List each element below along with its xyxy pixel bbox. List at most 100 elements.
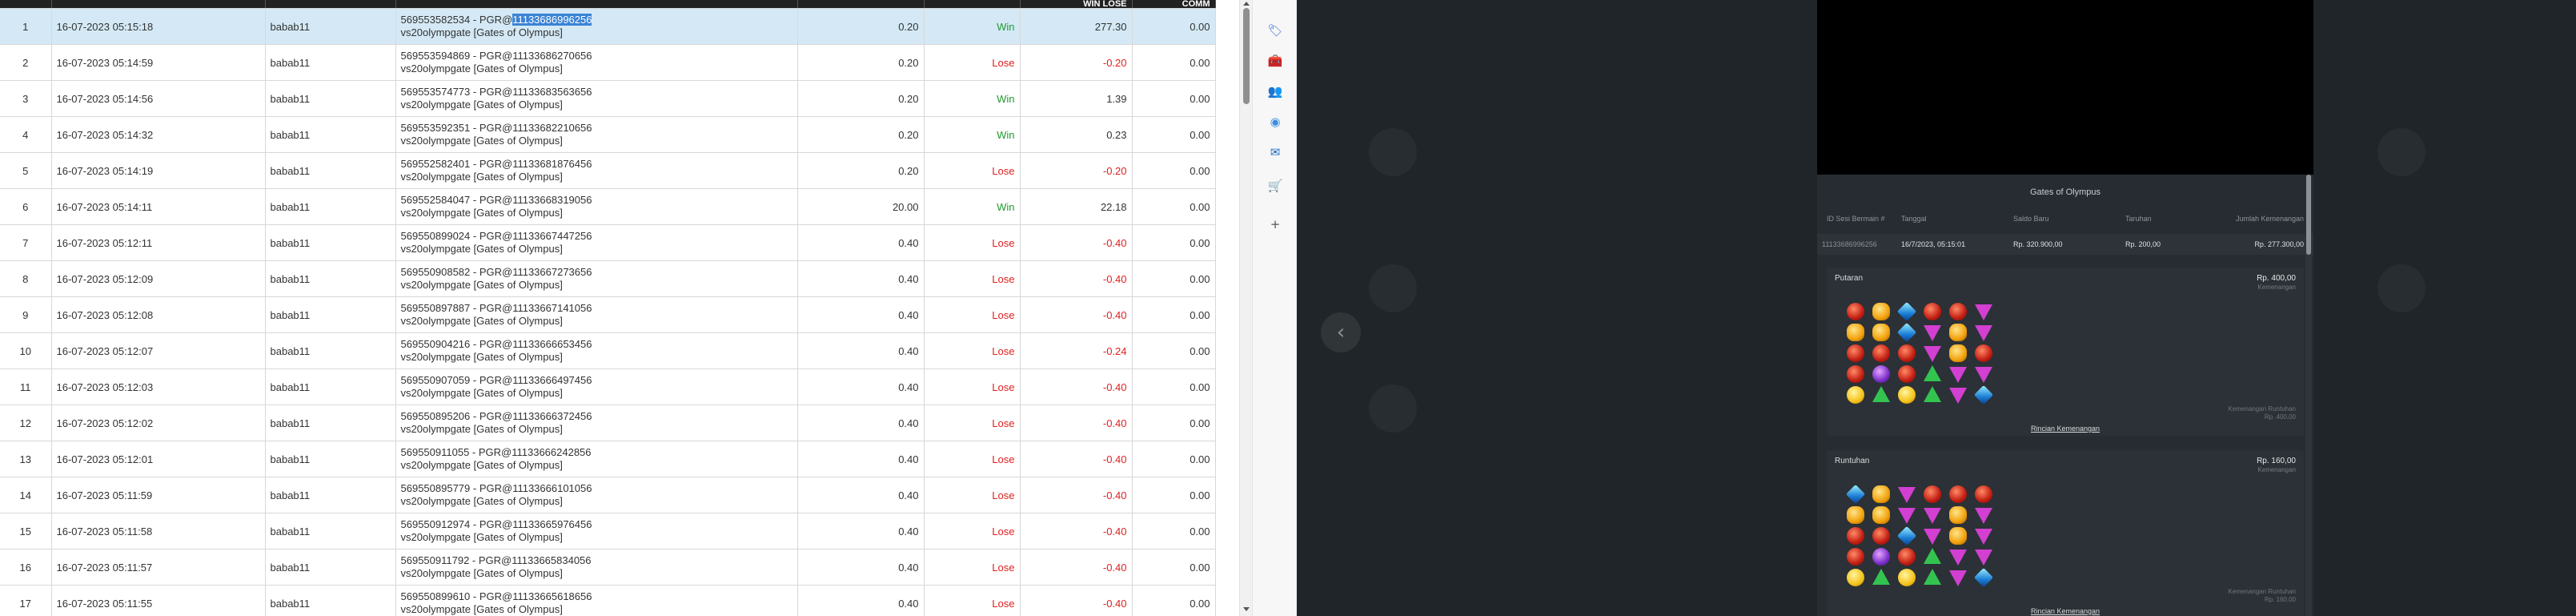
bet-id-suffix[interactable]: 11133686996256 [512,14,592,26]
row-win-lose: -0.40 [1020,296,1133,333]
row-username: babab11 [265,188,396,225]
purple-gem-icon [1872,548,1890,566]
table-row[interactable]: 13 16-07-2023 05:12:01 babab11 569550911055… [0,441,1216,477]
bet-id-suffix[interactable]: 11133683563656 [512,86,592,98]
row-bet-amount: 0.20 [797,116,925,153]
table-row[interactable]: 8 16-07-2023 05:12:09 babab11 569550908582 … [0,260,1216,297]
row-bet-amount: 0.40 [797,368,925,405]
add-icon[interactable]: + [1267,216,1283,232]
bet-id-suffix[interactable]: 11133665976456 [512,518,592,530]
row-number: 13 [0,441,52,477]
green-gem-icon [1924,569,1941,585]
summary-header: Taruhan [2125,215,2152,223]
blue-gem-icon [1896,322,1917,343]
bet-id-suffix[interactable]: 11133665618656 [512,590,592,602]
row-bet-amount: 0.40 [797,332,925,369]
row-game-name: vs20olympgate [Gates of Olympus] [400,243,563,255]
row-username: babab11 [265,224,396,261]
table-row[interactable]: 15 16-07-2023 05:11:58 babab11 569550912974… [0,513,1216,550]
bet-id-suffix[interactable]: 11133681876456 [512,158,592,170]
red-gem-icon [1847,527,1864,545]
row-commission: 0.00 [1132,585,1216,616]
table-row[interactable]: 11 16-07-2023 05:12:03 babab11 569550907059… [0,368,1216,405]
row-game-name: vs20olympgate [Gates of Olympus] [400,62,563,74]
row-commission: 0.00 [1132,368,1216,405]
row-game-name: vs20olympgate [Gates of Olympus] [400,495,563,507]
table-row[interactable]: 9 16-07-2023 05:12:08 babab11 569550897887 … [0,296,1216,333]
bet-id-suffix[interactable]: 11133666653456 [512,338,592,350]
toolbox-icon[interactable]: 🧰 [1267,53,1283,69]
transaction-table-pane: WIN LOSE COMM 1 16-07-2023 05:15:18 babab1… [0,0,1217,616]
row-status: Lose [924,585,1021,616]
yellow-gem-icon [1898,386,1916,404]
table-row[interactable]: 4 16-07-2023 05:14:32 babab11 569553592351 … [0,116,1216,153]
summary-header-row: ID Sesi Bermain # Tanggal Saldo Baru Tar… [1817,210,2313,227]
red-gem-icon [1898,548,1916,566]
pink-gem-icon [1898,487,1916,503]
bet-id-suffix[interactable]: 11133666497456 [512,374,592,386]
bet-id-suffix[interactable]: 11133666242856 [512,446,591,458]
table-row[interactable]: 16 16-07-2023 05:11:57 babab11 569550911792… [0,549,1216,586]
table-row[interactable]: 1 16-07-2023 05:15:18 babab11 569553582534 … [0,8,1216,45]
orange-gem-icon [1949,324,1967,341]
session-bet: Rp. 200,00 [2125,240,2161,248]
row-bet-amount: 0.40 [797,260,925,297]
row-date: 16-07-2023 05:15:18 [51,8,266,45]
scroll-up-arrow-icon[interactable] [1243,2,1250,6]
panel-title: Putaran [1835,274,1864,283]
bet-id-suffix[interactable]: 11133682210656 [512,122,592,134]
row-commission: 0.00 [1132,152,1216,189]
table-row[interactable]: 10 16-07-2023 05:12:07 babab11 569550904216… [0,332,1216,369]
bet-id-prefix: 569550907059 - PGR@ [400,374,513,386]
row-game-name: vs20olympgate [Gates of Olympus] [400,279,563,291]
row-game-name: vs20olympgate [Gates of Olympus] [400,99,563,111]
bet-id-suffix[interactable]: 11133686270656 [512,50,592,62]
row-win-lose: -0.20 [1020,44,1133,81]
outlook-icon[interactable]: ✉ [1267,144,1283,160]
table-row[interactable]: 12 16-07-2023 05:12:02 babab11 569550895206… [0,405,1216,441]
table-row[interactable]: 7 16-07-2023 05:12:11 babab11 569550899024 … [0,224,1216,261]
previous-arrow-icon[interactable]: ‹ [1321,312,1361,352]
row-bet-amount: 0.20 [797,80,925,117]
scroll-down-arrow-icon[interactable] [1243,607,1250,611]
bet-id-suffix[interactable]: 11133665834056 [512,554,591,566]
bet-id-prefix: 569550895206 - PGR@ [400,410,513,422]
yellow-gem-icon [1898,569,1916,586]
tag-icon[interactable]: 🏷 [1267,22,1283,38]
row-win-lose: 0.23 [1020,116,1133,153]
win-details-link[interactable]: Rincian Kemenangan [1827,607,2304,615]
table-row[interactable]: 3 16-07-2023 05:14:56 babab11 569553574773 … [0,80,1216,117]
row-win-lose: 1.39 [1020,80,1133,117]
summary-header: ID Sesi Bermain # [1827,215,1885,223]
bet-id-suffix[interactable]: 11133666372456 [512,410,592,422]
row-number: 16 [0,549,52,586]
row-username: babab11 [265,116,396,153]
bet-id-suffix[interactable]: 11133668319056 [512,194,592,206]
row-win-lose: -0.40 [1020,585,1133,616]
row-date: 16-07-2023 05:12:09 [51,260,266,297]
orange-gem-icon [1949,506,1967,524]
panel-title: Runtuhan [1835,457,1870,465]
row-date: 16-07-2023 05:11:57 [51,549,266,586]
scrollbar-thumb[interactable] [1243,8,1250,104]
table-row[interactable]: 14 16-07-2023 05:11:59 babab11 569550895779… [0,477,1216,513]
bet-id-suffix[interactable]: 11133667447256 [512,230,592,242]
copilot-icon[interactable]: ◉ [1267,114,1283,130]
shopping-icon[interactable]: 🛒 [1267,178,1283,194]
details-scrollbar-thumb[interactable] [2306,175,2311,255]
bet-id-suffix[interactable]: 11133667141056 [512,302,592,314]
win-details-link[interactable]: Rincian Kemenangan [1827,425,2304,433]
table-scrollbar[interactable] [1239,0,1252,616]
orange-gem-icon [1847,324,1864,341]
details-scrollbar[interactable] [2305,175,2312,616]
table-row[interactable]: 2 16-07-2023 05:14:59 babab11 569553594869 … [0,44,1216,81]
people-icon[interactable]: 👥 [1267,83,1283,99]
summary-header: Tanggal [1901,215,1927,223]
table-row[interactable]: 17 16-07-2023 05:11:55 babab11 569550899610… [0,585,1216,616]
table-row[interactable]: 6 16-07-2023 05:14:11 babab11 569552584047 … [0,188,1216,225]
bet-id-suffix[interactable]: 11133667273656 [512,266,592,278]
blue-gem-icon [1896,525,1917,546]
table-row[interactable]: 5 16-07-2023 05:14:19 babab11 569552582401 … [0,152,1216,189]
row-bet-id: 569550904216 - PGR@11133666653456 vs20oly… [395,332,798,369]
bet-id-suffix[interactable]: 11133666101056 [512,482,592,494]
